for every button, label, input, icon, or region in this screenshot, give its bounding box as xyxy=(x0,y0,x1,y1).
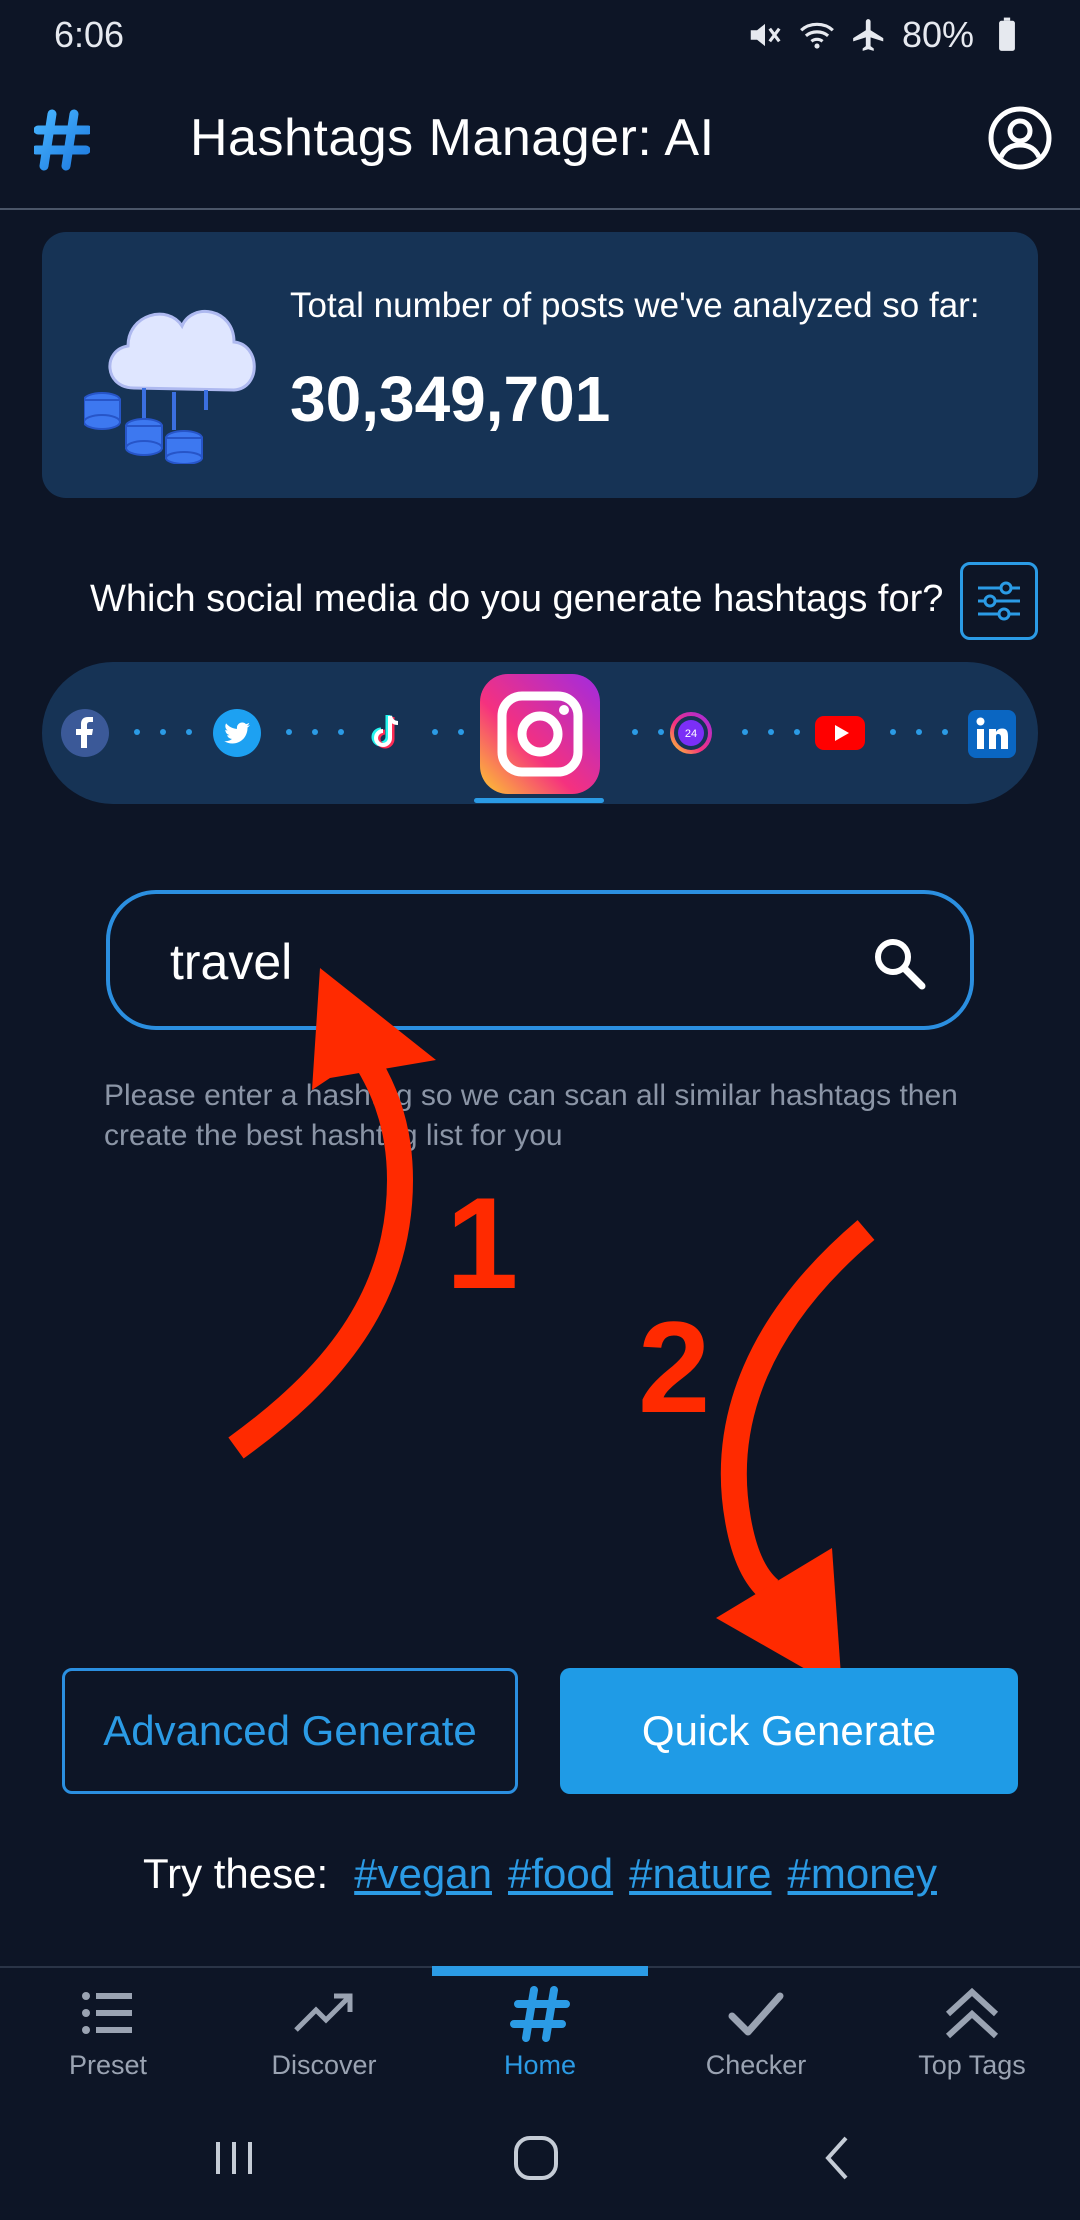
stats-value: 30,349,701 xyxy=(290,363,611,435)
suggested-tag-money[interactable]: #money xyxy=(788,1850,937,1898)
facebook-icon xyxy=(61,709,109,757)
hashtag-icon xyxy=(510,1986,570,2042)
youtube-option[interactable] xyxy=(814,712,866,754)
hashtag-search-box[interactable] xyxy=(106,890,974,1030)
checkmark-icon xyxy=(728,1992,784,2036)
arrow-two xyxy=(716,1220,875,1690)
selected-indicator xyxy=(474,798,604,803)
profile-icon[interactable] xyxy=(986,104,1054,172)
twitter-icon xyxy=(213,709,261,757)
search-icon[interactable] xyxy=(870,934,928,992)
nav-label-discover: Discover xyxy=(271,2050,377,2080)
stats-card: Total number of posts we've analyzed so … xyxy=(42,232,1038,498)
linkedin-option[interactable] xyxy=(968,710,1016,758)
airplane-icon xyxy=(853,19,884,51)
nav-label-preset: Preset xyxy=(68,2050,148,2080)
status-icons: 80% xyxy=(746,14,1026,56)
divider-dots xyxy=(890,729,948,737)
wifi-icon xyxy=(800,22,834,49)
suggested-tag-food[interactable]: #food xyxy=(508,1850,613,1898)
stats-label: Total number of posts we've analyzed so … xyxy=(290,286,980,325)
home-system-icon[interactable] xyxy=(506,2128,566,2188)
back-icon[interactable] xyxy=(808,2128,868,2188)
svg-text:24: 24 xyxy=(685,728,697,740)
linkedin-icon xyxy=(968,710,1016,758)
bottom-navigation: Preset Discover Home Checker Top Tags xyxy=(0,1966,1080,2100)
instagram-story-option[interactable]: 24 xyxy=(670,712,712,754)
divider-dots xyxy=(134,729,192,737)
nav-item-preset[interactable]: Preset xyxy=(0,1986,216,2096)
facebook-option[interactable] xyxy=(60,708,110,758)
annotation-number-one: 1 xyxy=(446,1170,518,1316)
nav-label-top-tags: Top Tags xyxy=(918,2050,1026,2080)
list-icon xyxy=(82,1992,132,2034)
nav-item-checker[interactable]: Checker xyxy=(648,1986,864,2096)
nav-item-home[interactable]: Home xyxy=(432,1986,648,2096)
hashtag-search-input[interactable] xyxy=(170,930,870,994)
tiktok-option[interactable] xyxy=(360,708,410,758)
mute-icon xyxy=(750,23,781,47)
instagram-icon xyxy=(480,674,600,794)
app-bar: Hashtags Manager: AI xyxy=(0,70,1080,210)
instagram-option[interactable] xyxy=(478,672,602,796)
divider-dots xyxy=(432,729,464,737)
divider-dots xyxy=(742,729,800,737)
hashtag-logo-icon xyxy=(34,109,90,171)
battery-percent: 80% xyxy=(901,14,974,55)
search-helper-text: Please enter a hashtag so we can scan al… xyxy=(104,1079,958,1152)
social-question: Which social media do you generate hasht… xyxy=(90,578,944,620)
social-selector: 24 xyxy=(42,662,1038,804)
recent-apps-icon[interactable] xyxy=(204,2128,264,2188)
tiktok-icon xyxy=(371,715,399,749)
suggested-tags: Try these: #vegan #food #nature #money xyxy=(0,1850,1080,1898)
filter-settings-button[interactable] xyxy=(960,562,1038,640)
youtube-icon xyxy=(815,716,865,750)
suggested-tag-nature[interactable]: #nature xyxy=(629,1850,771,1898)
suggested-tags-label: Try these: xyxy=(143,1850,329,1897)
nav-item-discover[interactable]: Discover xyxy=(216,1986,432,2096)
status-time: 6:06 xyxy=(54,14,125,55)
divider-dots xyxy=(286,729,344,737)
nav-active-indicator xyxy=(432,1966,648,1976)
status-bar: 6:06 80% xyxy=(0,0,1080,70)
suggested-tag-vegan[interactable]: #vegan xyxy=(354,1850,492,1898)
instagram-story-icon: 24 xyxy=(670,712,712,754)
double-chevron-up-icon xyxy=(945,1987,999,2039)
nav-item-top-tags[interactable]: Top Tags xyxy=(864,1986,1080,2096)
nav-label-checker: Checker xyxy=(705,2050,807,2080)
advanced-generate-button[interactable]: Advanced Generate xyxy=(62,1668,518,1794)
annotation-number-two: 2 xyxy=(638,1294,710,1440)
cloud-database-icon xyxy=(84,310,256,464)
nav-label-home: Home xyxy=(503,2050,577,2080)
app-title: Hashtags Manager: AI xyxy=(190,109,715,167)
system-navigation xyxy=(0,2100,1080,2220)
twitter-option[interactable] xyxy=(212,708,262,758)
trending-up-icon xyxy=(294,1993,353,2032)
quick-generate-button[interactable]: Quick Generate xyxy=(560,1668,1018,1794)
sliders-icon xyxy=(978,581,1020,621)
arrow-one xyxy=(228,968,436,1459)
battery-icon xyxy=(999,17,1015,51)
